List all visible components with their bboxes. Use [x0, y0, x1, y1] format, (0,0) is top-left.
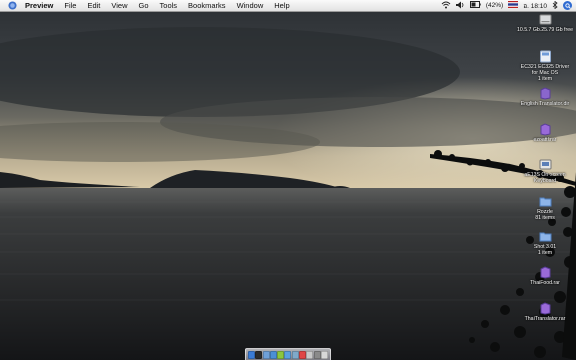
- system-preferences-icon[interactable]: [313, 350, 321, 359]
- safari-icon[interactable]: [269, 350, 277, 359]
- desktop-item-hd[interactable]: 10.5.7 Gb.25.79 Gb free: [510, 13, 576, 33]
- english-translator-icon: [539, 87, 552, 100]
- battery-icon[interactable]: [469, 1, 481, 10]
- itunes-icon[interactable]: [284, 350, 292, 359]
- desktop-item-shot[interactable]: Shot 3.01 1 item: [510, 230, 576, 256]
- driver-disk-icon: [539, 50, 552, 63]
- desktop-item-label: English Translator.dir: [520, 101, 570, 107]
- menu-tools[interactable]: Tools: [160, 0, 178, 11]
- desktop-item-onscreen-keyboard[interactable]: aE13S On-screen Keyboard: [510, 158, 576, 184]
- desktop-item-rar[interactable]: ezoattl.rar: [510, 123, 576, 143]
- volume-icon[interactable]: [455, 1, 465, 11]
- spotlight-icon[interactable]: [563, 1, 572, 10]
- desktop-item-label: ThaiTranslator.rar: [524, 316, 566, 322]
- wifi-icon[interactable]: [441, 1, 451, 11]
- desktop-item-english-translator[interactable]: English Translator.dir: [510, 87, 576, 107]
- bluetooth-icon[interactable]: [552, 0, 558, 11]
- clock[interactable]: อ. 18:10: [523, 1, 547, 11]
- ical-icon[interactable]: [298, 350, 306, 359]
- menu-view[interactable]: View: [111, 0, 127, 11]
- shot-folder-icon: [539, 230, 552, 243]
- menu-window[interactable]: Window: [237, 0, 264, 11]
- dashboard-icon[interactable]: [255, 350, 263, 359]
- desktop-item-rozzle[interactable]: Rozzle 81 items: [510, 195, 576, 221]
- rozzle-folder-icon: [539, 195, 552, 208]
- thai-translator-rar-icon: [539, 302, 552, 315]
- desktop-wallpaper: [0, 12, 576, 360]
- status-area: (42%) อ. 18:10: [441, 0, 572, 11]
- finder-icon[interactable]: [248, 350, 256, 359]
- menu-app-preview[interactable]: Preview: [25, 0, 53, 11]
- ichat-icon[interactable]: [277, 350, 285, 359]
- desktop-item-sublabel: 81 items: [535, 215, 555, 221]
- menu-go[interactable]: Go: [139, 0, 149, 11]
- menu-help[interactable]: Help: [274, 0, 289, 11]
- mail-icon[interactable]: [262, 350, 270, 359]
- menu-bookmarks[interactable]: Bookmarks: [188, 0, 226, 11]
- desktop-item-driver[interactable]: EC321 EC325 Driver for Mac OS 1 item: [510, 50, 576, 82]
- menu-file[interactable]: File: [64, 0, 76, 11]
- desktop-item-label: ezoattl.rar: [533, 137, 557, 143]
- hd-icon: [539, 13, 552, 26]
- menu-edit[interactable]: Edit: [87, 0, 100, 11]
- trash-icon[interactable]: [320, 350, 328, 359]
- apple-menu-icon[interactable]: [8, 1, 17, 10]
- battery-percent: (42%): [485, 2, 504, 9]
- onscreen-keyboard-icon: [539, 158, 552, 171]
- rar-archive-icon: [539, 123, 552, 136]
- menu-bar: Preview File Edit View Go Tools Bookmark…: [0, 0, 576, 12]
- dock: [245, 348, 331, 360]
- desktop-item-sublabel: 1 item: [537, 76, 553, 82]
- desktop-item-thai-translator[interactable]: ThaiTranslator.rar: [510, 302, 576, 322]
- desktop-item-label: ThaiFood.rar: [530, 280, 560, 286]
- desktop-item-sublabel: 1 item: [537, 250, 553, 256]
- iphoto-icon[interactable]: [291, 350, 299, 359]
- desktop-item-thaifood[interactable]: ThaiFood.rar: [510, 266, 576, 286]
- input-flag-icon[interactable]: [508, 1, 519, 10]
- preview-icon[interactable]: [306, 350, 314, 359]
- desktop-item-label: 10.5.7 Gb.25.79 Gb free: [517, 27, 573, 33]
- thaifood-rar-icon: [539, 266, 552, 279]
- desktop-item-label: Keyboard: [533, 178, 557, 184]
